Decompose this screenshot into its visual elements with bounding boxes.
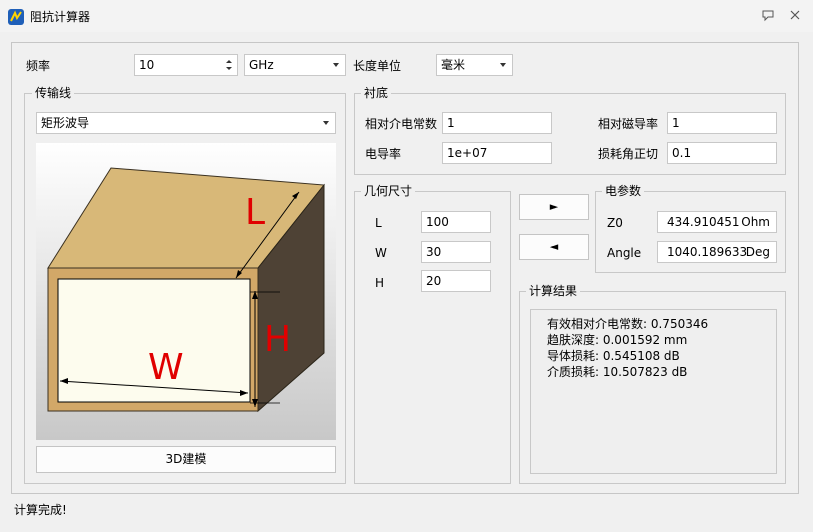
- label-h: H: [264, 319, 292, 360]
- freq-unit-select[interactable]: GHz: [244, 54, 346, 76]
- conductivity-input[interactable]: 1e+07: [442, 142, 552, 164]
- z0-label: Z0: [607, 216, 623, 230]
- freq-value: 10: [139, 58, 155, 72]
- rel-permeability-input[interactable]: 1: [667, 112, 777, 134]
- freq-spinbox[interactable]: 10: [134, 54, 238, 76]
- loss-tangent-input[interactable]: 0.1: [667, 142, 777, 164]
- angle-unit: Deg: [745, 245, 770, 259]
- line-type-value: 矩形波导: [41, 116, 90, 130]
- geometry-l-label: L: [375, 216, 382, 230]
- chevron-down-icon: [333, 63, 339, 67]
- result-line: 导体损耗: 0.545108 dB: [547, 349, 680, 363]
- label-l: L: [245, 192, 266, 233]
- length-unit-label: 长度单位: [353, 59, 402, 73]
- geometry-w-input[interactable]: 30: [421, 241, 491, 263]
- window-title: 阻抗计算器: [30, 10, 91, 24]
- length-unit-select[interactable]: 毫米: [436, 54, 513, 76]
- conductivity-label: 电导率: [365, 147, 402, 161]
- z0-value: 434.910451: [667, 215, 740, 229]
- electrical-title: 电参数: [602, 184, 645, 198]
- result-line: 介质损耗: 10.507823 dB: [547, 365, 688, 379]
- status-text: 计算完成!: [14, 503, 67, 517]
- results-title: 计算结果: [526, 284, 581, 298]
- calculate-forward-button[interactable]: ►: [519, 194, 589, 220]
- results-text-area[interactable]: 有效相对介电常数: 0.750346 趋肤深度: 0.001592 mm 导体损…: [530, 309, 777, 474]
- geometry-group: [354, 191, 511, 484]
- rel-permittivity-label: 相对介电常数: [365, 117, 438, 131]
- loss-tangent-label: 损耗角正切: [598, 147, 659, 161]
- model-3d-button[interactable]: 3D建模: [36, 446, 336, 473]
- z0-input[interactable]: 434.910451 Ohm: [657, 211, 777, 233]
- z0-unit: Ohm: [741, 215, 770, 229]
- feedback-icon[interactable]: [761, 8, 775, 22]
- angle-input[interactable]: 1040.189633 Deg: [657, 241, 777, 263]
- rel-permeability-label: 相对磁导率: [598, 117, 659, 131]
- geometry-l-input[interactable]: 100: [421, 211, 491, 233]
- chevron-down-icon: [500, 63, 506, 67]
- result-line: 有效相对介电常数: 0.750346: [547, 317, 709, 331]
- length-unit-value: 毫米: [441, 58, 466, 72]
- calculate-backward-button[interactable]: ◄: [519, 234, 589, 260]
- waveguide-diagram: [36, 143, 336, 440]
- geometry-w-label: W: [375, 246, 387, 260]
- spin-arrows-icon[interactable]: [221, 55, 237, 75]
- angle-label: Angle: [607, 246, 642, 260]
- result-line: 趋肤深度: 0.001592 mm: [547, 333, 688, 347]
- label-w: W: [148, 347, 184, 388]
- substrate-title: 衬底: [361, 86, 392, 100]
- geometry-h-input[interactable]: 20: [421, 270, 491, 292]
- freq-label: 频率: [26, 59, 51, 73]
- angle-value: 1040.189633: [667, 245, 748, 259]
- geometry-h-label: H: [375, 276, 385, 290]
- app-icon: [8, 9, 24, 25]
- line-type-select[interactable]: 矩形波导: [36, 112, 336, 134]
- freq-unit-value: GHz: [249, 58, 274, 72]
- rel-permittivity-input[interactable]: 1: [442, 112, 552, 134]
- geometry-title: 几何尺寸: [361, 184, 416, 198]
- title-bar: 阻抗计算器: [0, 0, 813, 32]
- chevron-down-icon: [323, 121, 329, 125]
- close-icon[interactable]: [788, 8, 802, 22]
- transmission-line-title: 传输线: [32, 86, 75, 100]
